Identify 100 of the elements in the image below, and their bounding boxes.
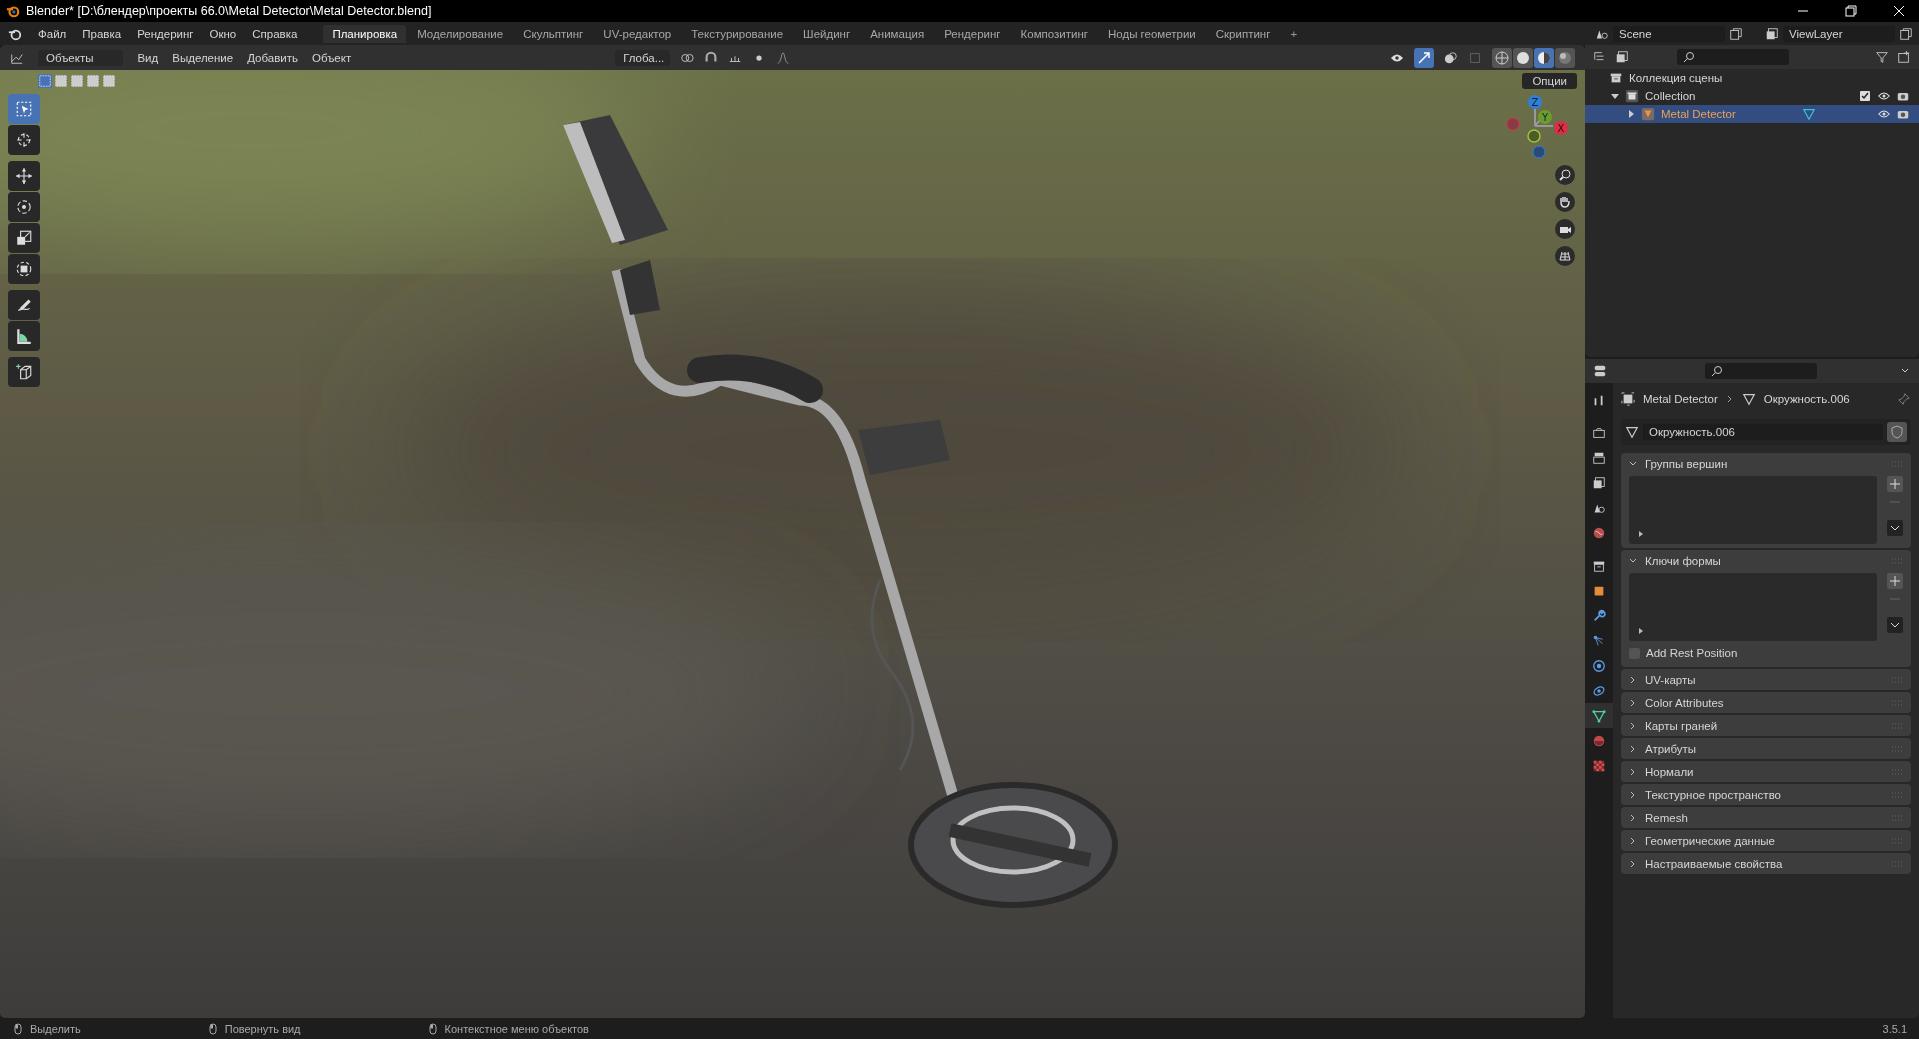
chevron-icon[interactable] [1629, 721, 1637, 730]
camera-icon[interactable] [1897, 108, 1909, 120]
falloff-icon[interactable] [776, 50, 791, 65]
magnet-icon[interactable] [704, 50, 719, 65]
workspace-tab[interactable]: Планировка [323, 24, 407, 43]
menu-item[interactable]: Справка [252, 27, 298, 40]
options-dropdown[interactable]: Опции [1522, 73, 1577, 89]
menu-item[interactable]: Выделение [172, 51, 234, 64]
workspace-tab[interactable]: Моделирование [408, 24, 513, 43]
menu-item[interactable]: Правка [82, 27, 122, 40]
pencil-tool[interactable] [8, 290, 40, 320]
expand-triangle-icon[interactable] [1637, 627, 1645, 635]
workspace-tab[interactable]: Шейдинг [794, 24, 860, 43]
workspace-tab[interactable]: Текстурирование [682, 24, 793, 43]
workspace-tab[interactable]: Ноды геометрии [1099, 24, 1205, 43]
menu-item[interactable]: Окно [209, 27, 237, 40]
hand-icon[interactable] [1555, 192, 1575, 212]
chevron-icon[interactable] [1629, 744, 1637, 753]
panel-title[interactable]: Color Attributes [1645, 696, 1724, 709]
pin-icon[interactable] [1897, 392, 1911, 406]
panel-title[interactable]: Атрибуты [1645, 742, 1697, 755]
scale-tool[interactable] [8, 223, 40, 253]
panel-title[interactable]: Группы вершин [1645, 457, 1728, 470]
panel-title[interactable]: UV-карты [1645, 673, 1696, 686]
chevron-icon[interactable] [1629, 836, 1637, 845]
chevron-icon[interactable] [1887, 617, 1903, 633]
new-collection-icon[interactable] [1897, 50, 1911, 64]
mesh-data-icon[interactable] [1801, 107, 1816, 121]
workspace-tab[interactable]: Скульптинг [514, 24, 593, 43]
workspace-tab[interactable]: Рендеринг [935, 24, 1010, 43]
navigation-gizmo[interactable]: Z Y X [1503, 90, 1573, 160]
display-mode-icon[interactable] [1615, 50, 1629, 64]
filter-icon[interactable] [1875, 50, 1889, 64]
orientation-dropdown[interactable]: Глоба... [615, 49, 671, 66]
tree-item[interactable]: Collection [1645, 90, 1696, 102]
rotate-tool[interactable] [8, 192, 40, 222]
select-mode-icon[interactable] [70, 74, 84, 88]
select-box-tool[interactable] [8, 94, 40, 124]
search-field[interactable] [1677, 49, 1789, 65]
camera-icon[interactable] [1897, 90, 1909, 102]
mesh-name-field[interactable]: Окружность.006 [1643, 424, 1883, 440]
grid-icon[interactable] [1555, 246, 1575, 266]
chevron-icon[interactable] [1629, 767, 1637, 776]
checkbox-label[interactable]: Add Rest Position [1646, 647, 1738, 659]
panel-title[interactable]: Геометрические данные [1645, 834, 1775, 847]
scene-field[interactable]: Scene [1613, 25, 1725, 42]
menu-item[interactable]: Рендеринг [137, 27, 194, 40]
editor-type-icon[interactable] [1593, 364, 1607, 378]
tree-row[interactable]: Metal Detector [1585, 105, 1919, 123]
workspace-tab[interactable]: UV-редактор [594, 24, 681, 43]
panel-title[interactable]: Настраиваемые свойства [1645, 857, 1783, 870]
panel-title[interactable]: Карты граней [1645, 719, 1718, 732]
panel-title[interactable]: Ключи формы [1645, 554, 1721, 567]
panel-title[interactable]: Remesh [1645, 811, 1688, 824]
select-mode-icon[interactable] [102, 74, 116, 88]
mode-dropdown[interactable]: Объекты [38, 49, 124, 66]
tree-item[interactable]: Коллекция сцены [1629, 72, 1723, 84]
copy-icon[interactable] [1899, 26, 1913, 41]
add-cube-tool[interactable] [8, 357, 40, 387]
chevron-icon[interactable] [1629, 790, 1637, 799]
workspace-tab[interactable]: Скриптинг [1206, 24, 1280, 43]
close-icon[interactable] [1893, 5, 1905, 17]
chevron-icon[interactable] [1629, 813, 1637, 822]
transform-tool[interactable] [8, 254, 40, 284]
chevron-icon[interactable] [1629, 556, 1637, 565]
view-layer-field[interactable]: ViewLayer [1783, 25, 1895, 42]
properties-tab[interactable] [1585, 703, 1613, 728]
add-icon[interactable] [1887, 573, 1903, 589]
workspace-tab[interactable]: Анимация [861, 24, 934, 43]
chevron-icon[interactable] [1887, 520, 1903, 536]
disclosure-triangle-icon[interactable] [1627, 110, 1635, 118]
cursor-tool[interactable] [8, 125, 40, 155]
triangle-mesh-icon[interactable] [1625, 425, 1639, 439]
overlays-icon[interactable] [1444, 50, 1458, 65]
zoom-icon[interactable] [1555, 165, 1575, 185]
chevron-icon[interactable] [1629, 675, 1637, 684]
disclosure-triangle-icon[interactable] [1611, 92, 1619, 100]
chevron-icon[interactable] [1629, 859, 1637, 868]
checkbox[interactable] [1859, 90, 1871, 102]
menu-item[interactable]: Файл [38, 27, 67, 40]
panel-title[interactable]: Нормали [1645, 765, 1694, 778]
search-field[interactable] [1705, 363, 1817, 379]
chevron-icon[interactable] [1629, 459, 1637, 468]
move-tool[interactable] [8, 161, 40, 191]
camera-icon[interactable] [1555, 219, 1575, 239]
shield-icon[interactable] [1887, 422, 1907, 442]
images-icon[interactable] [1765, 26, 1779, 41]
workspace-tab[interactable]: Композитинг [1011, 24, 1097, 43]
eye-icon[interactable] [1878, 90, 1890, 102]
select-mode-icon[interactable] [54, 74, 68, 88]
expand-triangle-icon[interactable] [1637, 530, 1645, 538]
menu-item[interactable]: Добавить [247, 51, 298, 64]
select-mode-icon[interactable] [86, 74, 100, 88]
restore-icon[interactable] [1845, 5, 1857, 17]
add-icon[interactable] [1887, 476, 1903, 492]
panel-title[interactable]: Текстурное пространство [1645, 788, 1781, 801]
add-workspace-button[interactable]: + [1281, 24, 1307, 43]
eye-icon[interactable] [1878, 108, 1890, 120]
chevron-icon[interactable] [1629, 698, 1637, 707]
menu-item[interactable]: Объект [312, 51, 352, 64]
